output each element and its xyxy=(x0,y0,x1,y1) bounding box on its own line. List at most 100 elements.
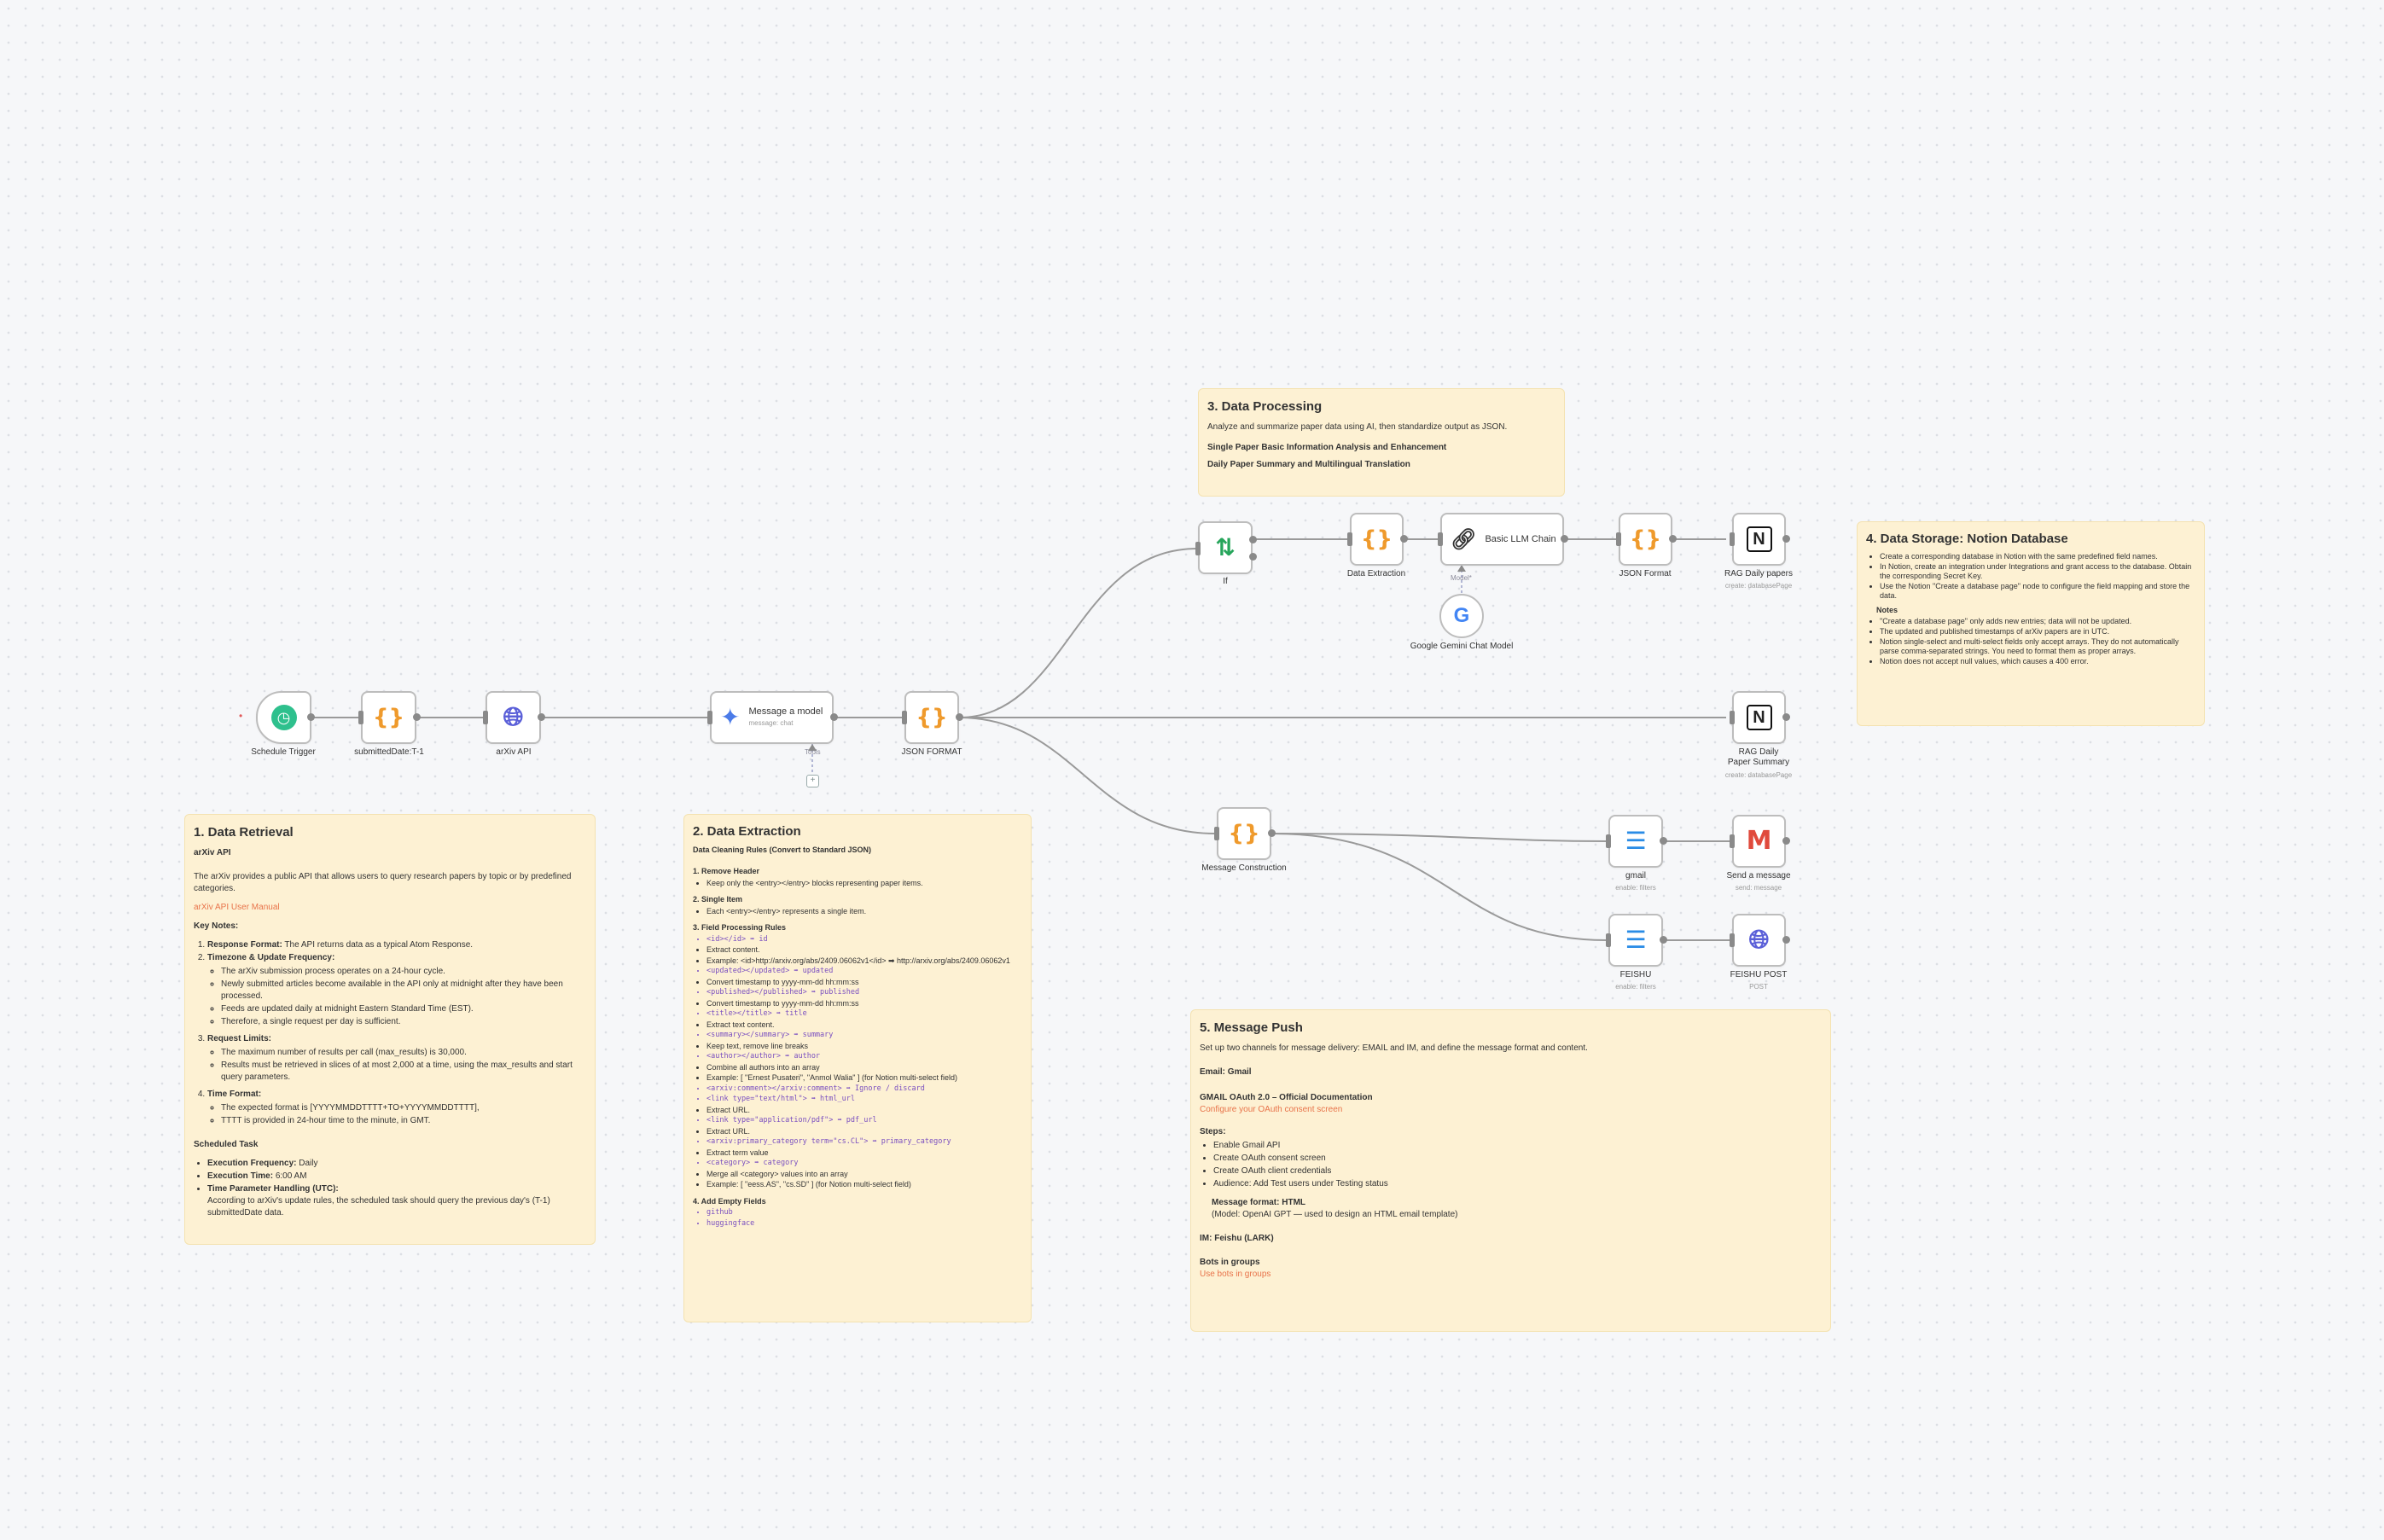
rule-section-title: 4. Add Empty Fields xyxy=(693,1196,766,1206)
node-if[interactable]: ⇅ xyxy=(1198,521,1253,574)
rule-section-title: 1. Remove Header xyxy=(693,867,760,875)
note-line: Single Paper Basic Information Analysis … xyxy=(1207,443,1447,452)
input-port[interactable] xyxy=(1616,532,1621,546)
list-item: Create a corresponding database in Notio… xyxy=(1880,552,2195,561)
list-item: Each <entry></entry> represents a single… xyxy=(706,907,1022,917)
node-json-format[interactable]: {} xyxy=(904,691,959,744)
node-message-construction[interactable]: {} xyxy=(1217,807,1271,860)
node-label: submittedDate:T-1 xyxy=(354,747,424,757)
false-output-port[interactable] xyxy=(1249,553,1257,561)
list-item: github xyxy=(706,1208,1022,1218)
input-port[interactable] xyxy=(1195,542,1201,555)
output-port[interactable] xyxy=(413,713,421,721)
list-item: huggingface xyxy=(706,1219,1022,1229)
node-label: JSON FORMAT xyxy=(901,747,962,757)
input-port[interactable] xyxy=(1730,933,1735,947)
output-port[interactable] xyxy=(1400,535,1408,543)
input-port[interactable] xyxy=(358,711,363,724)
node-feishu-post[interactable]: 🌐︎ xyxy=(1732,914,1786,967)
node-gmail-filter[interactable]: ☰ xyxy=(1608,815,1663,868)
input-port[interactable] xyxy=(902,711,907,724)
rule-lines: Keep only the <entry></entry> blocks rep… xyxy=(693,879,1022,889)
list-item: TTTT is provided in 24-hour time to the … xyxy=(221,1115,586,1127)
output-port[interactable] xyxy=(1660,936,1667,944)
list-item: Extract URL. xyxy=(706,1127,1022,1137)
list-item: "Create a database page" only adds new e… xyxy=(1880,617,2195,626)
note-subtitle: Data Cleaning Rules (Convert to Standard… xyxy=(693,845,872,854)
oauth-link[interactable]: Configure your OAuth consent screen xyxy=(1200,1104,1822,1116)
note-data-retrieval: 1. Data Retrieval arXiv API The arXiv pr… xyxy=(184,814,596,1245)
list-item: <title></title> ➡ title xyxy=(706,1009,1022,1020)
output-port[interactable] xyxy=(956,713,963,721)
node-schedule-trigger[interactable]: ◷ xyxy=(256,691,311,744)
node-label: RAG Daily papers xyxy=(1724,569,1794,578)
node-inline-label: Message a model message: chat xyxy=(748,706,823,727)
api-manual-link[interactable]: arXiv API User Manual xyxy=(194,902,586,914)
input-port[interactable] xyxy=(1438,532,1443,546)
list-item: Execution Frequency: Daily xyxy=(207,1158,586,1170)
oauth-title: GMAIL OAuth 2.0 – Official Documentation xyxy=(1200,1093,1373,1102)
node-inline-label: Basic LLM Chain xyxy=(1485,533,1556,544)
node-submitted-date[interactable]: {} xyxy=(361,691,416,744)
node-sublabel: enable: filters xyxy=(1615,983,1656,991)
true-output-port[interactable] xyxy=(1249,536,1257,543)
output-port[interactable] xyxy=(1660,837,1667,845)
list-item: In Notion, create an integration under I… xyxy=(1880,562,2195,581)
output-port[interactable] xyxy=(1669,535,1677,543)
input-port[interactable] xyxy=(1730,532,1735,546)
output-port[interactable] xyxy=(1268,829,1276,837)
node-message-model[interactable]: ✦ Message a model message: chat xyxy=(710,691,834,744)
list-item: Create OAuth client credentials xyxy=(1213,1165,1822,1177)
trigger-marker-icon: • xyxy=(239,710,243,722)
node-json-format-2[interactable]: {} xyxy=(1619,513,1672,566)
list-item: Feeds are updated daily at midnight East… xyxy=(221,1003,586,1015)
globe-icon: 🌐︎ xyxy=(1748,925,1770,955)
output-port[interactable] xyxy=(1561,535,1568,543)
output-port[interactable] xyxy=(1782,936,1790,944)
node-rag-daily-summary[interactable]: N xyxy=(1732,691,1786,744)
output-port[interactable] xyxy=(307,713,315,721)
bots-link[interactable]: Use bots in groups xyxy=(1200,1269,1822,1281)
note-intro: Set up two channels for message delivery… xyxy=(1200,1043,1588,1053)
notion-icon: N xyxy=(1746,526,1772,552)
output-port[interactable] xyxy=(538,713,545,721)
node-sublabel: send: message xyxy=(1735,884,1782,892)
input-port[interactable] xyxy=(1214,827,1219,840)
list-item: Time Format: The expected format is [YYY… xyxy=(207,1089,586,1127)
note-title: 1. Data Retrieval xyxy=(194,825,294,840)
gmail-icon: M xyxy=(1746,826,1772,856)
output-port[interactable] xyxy=(1782,837,1790,845)
input-port[interactable] xyxy=(483,711,488,724)
input-port[interactable] xyxy=(707,711,712,724)
add-tool-button[interactable]: + xyxy=(806,775,819,787)
list-item: Example: <id>http://arxiv.org/abs/2409.0… xyxy=(706,956,1022,967)
node-rag-daily-papers[interactable]: N xyxy=(1732,513,1786,566)
output-port[interactable] xyxy=(1782,535,1790,543)
list-item: Newly submitted articles become availabl… xyxy=(221,979,586,1002)
output-port[interactable] xyxy=(830,713,838,721)
input-port[interactable] xyxy=(1730,711,1735,724)
input-port[interactable] xyxy=(1606,834,1611,848)
node-label: FEISHU xyxy=(1619,970,1652,979)
list-item: Audience: Add Test users under Testing s… xyxy=(1213,1178,1822,1190)
list-item: Execution Time: 6:00 AM xyxy=(207,1171,586,1183)
input-port[interactable] xyxy=(1606,933,1611,947)
node-arxiv-api[interactable]: 🌐︎ xyxy=(486,691,541,744)
node-gemini-chat-model[interactable]: G xyxy=(1439,594,1484,638)
output-port[interactable] xyxy=(1782,713,1790,721)
node-feishu-filter[interactable]: ☰ xyxy=(1608,914,1663,967)
clock-icon: ◷ xyxy=(270,705,297,730)
if-icon: ⇅ xyxy=(1215,533,1236,561)
input-port[interactable] xyxy=(1730,834,1735,848)
list-item: <updated></updated> ➡ updated xyxy=(706,967,1022,977)
node-send-message[interactable]: M xyxy=(1732,815,1786,868)
note-data-storage: 4. Data Storage: Notion Database Create … xyxy=(1857,521,2205,726)
node-label: arXiv API xyxy=(496,747,532,757)
input-port[interactable] xyxy=(1347,532,1352,546)
list-item: Results must be retrieved in slices of a… xyxy=(221,1060,586,1084)
node-basic-llm-chain[interactable]: 🔗︎ Basic LLM Chain xyxy=(1440,513,1564,566)
notes-title: Notes xyxy=(1876,606,1898,614)
list-item: Extract URL. xyxy=(706,1106,1022,1116)
node-label: Message Construction xyxy=(1201,863,1287,873)
node-data-extraction[interactable]: {} xyxy=(1350,513,1404,566)
